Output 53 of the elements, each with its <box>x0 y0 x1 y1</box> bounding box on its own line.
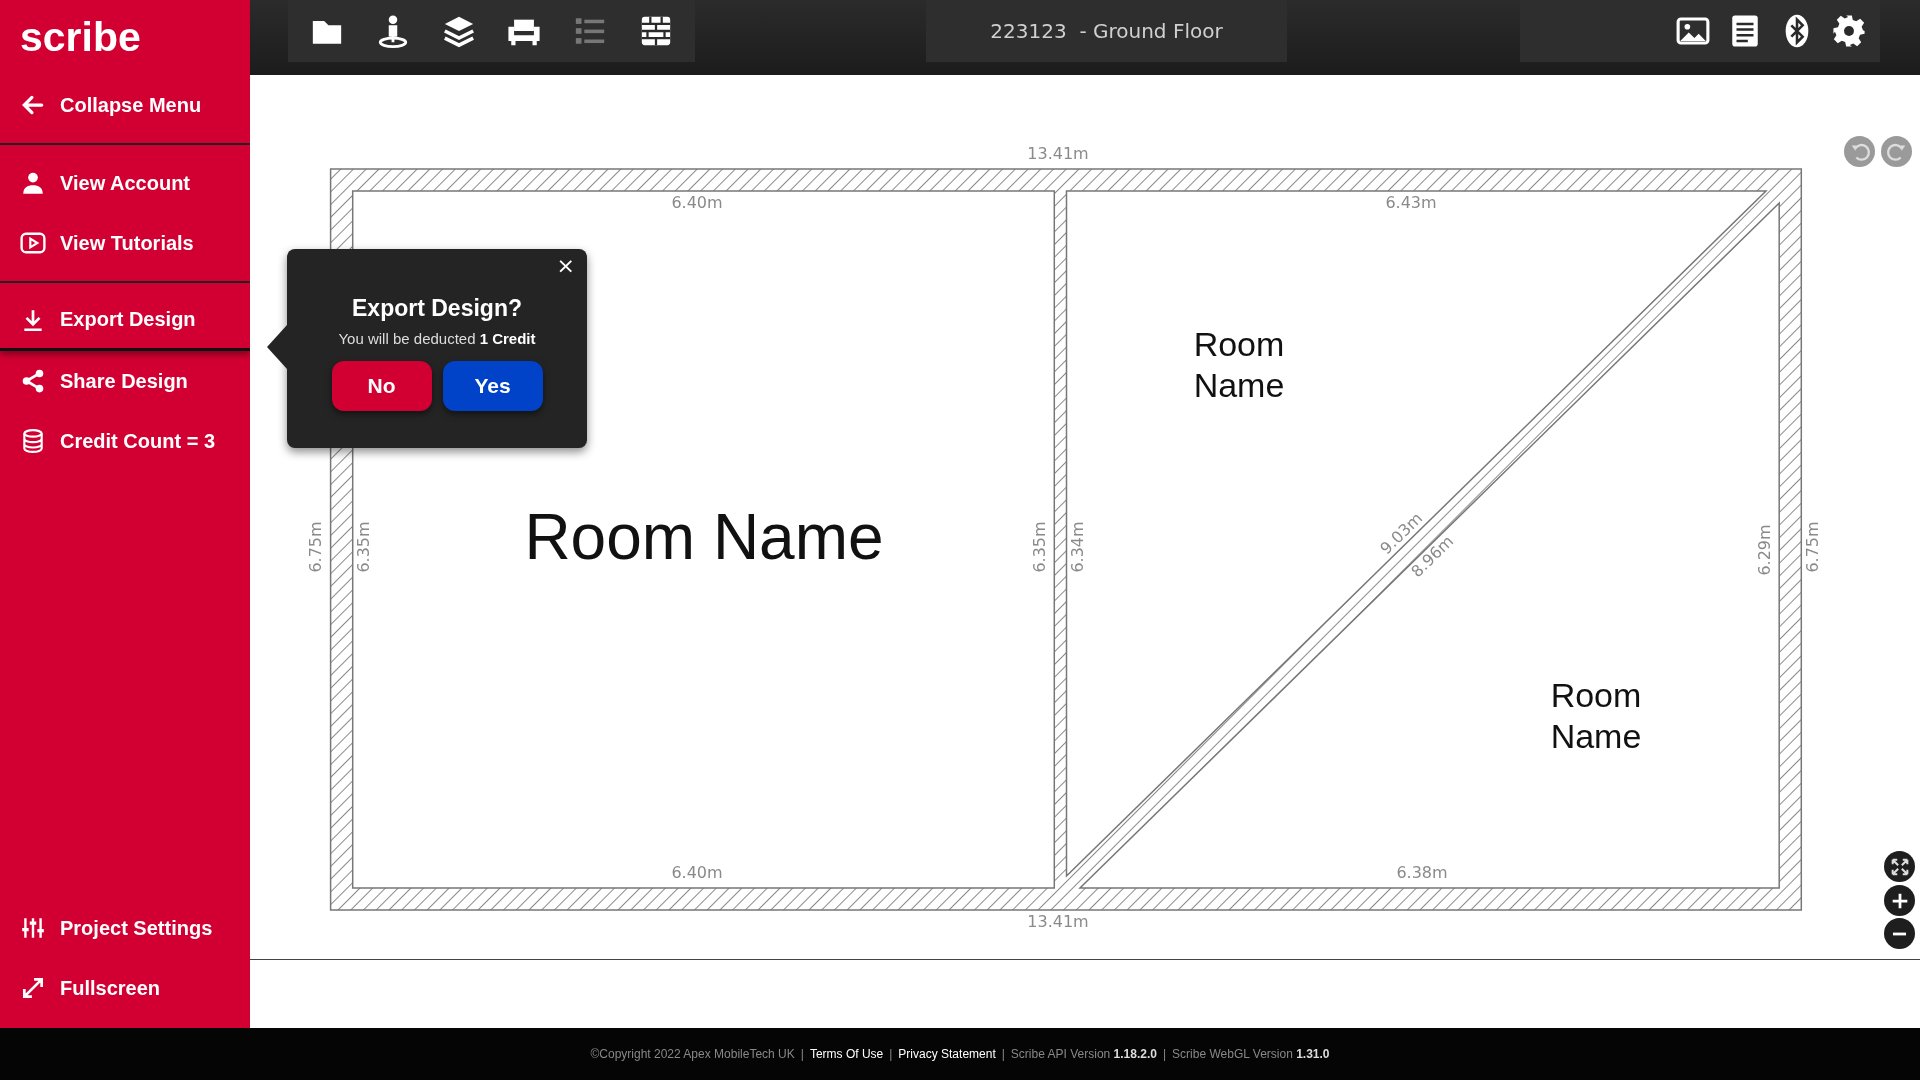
minus-icon <box>1892 930 1907 937</box>
drawing-title: 223123 - Ground Floor <box>926 0 1287 62</box>
close-button[interactable]: × <box>554 255 577 277</box>
sidebar-item[interactable]: Collapse Menu <box>0 75 250 135</box>
image-icon[interactable] <box>1676 14 1710 48</box>
footer-text: Scribe WebGL Version 1.31.0 <box>1172 1047 1330 1061</box>
no-button[interactable]: No <box>331 361 432 411</box>
dimension-label: 6.43m <box>1385 192 1437 212</box>
zoom-out-button[interactable] <box>1884 918 1915 949</box>
dialog-message: You will be deducted 1 Credit <box>338 330 536 347</box>
sidebar-item[interactable]: View Tutorials <box>0 213 250 273</box>
room-name: Room Name <box>1550 676 1642 755</box>
expand-icon <box>20 975 46 1001</box>
share-icon <box>20 368 46 394</box>
fit-view-button[interactable] <box>1884 851 1915 882</box>
play-icon <box>20 230 46 256</box>
dimension-label: 6.40m <box>671 862 723 882</box>
zoom-in-button[interactable] <box>1884 885 1915 916</box>
sidebar-item[interactable]: Credit Count = 3 <box>0 411 250 471</box>
undo-button[interactable] <box>1844 136 1875 167</box>
dimension-label: 6.34m <box>1067 521 1087 573</box>
settings-icon[interactable] <box>1832 14 1866 48</box>
redo-button[interactable] <box>1881 136 1912 167</box>
database-icon <box>20 428 46 454</box>
room-name: Room Name <box>524 500 884 573</box>
dimension-label: 6.35m <box>1029 521 1049 573</box>
yes-button[interactable]: Yes <box>442 361 543 411</box>
dimension-label: 13.41m <box>1027 143 1089 163</box>
dimension-label: 6.75m <box>305 521 325 573</box>
separator: | <box>889 1047 893 1061</box>
footer-text: ©Copyright 2022 Apex MobileTech UK <box>590 1047 795 1061</box>
logo: scribe <box>20 17 141 58</box>
dimension-label: 6.38m <box>1396 862 1448 882</box>
person-icon <box>20 170 46 196</box>
dimension-label: 6.40m <box>671 192 723 212</box>
separator: | <box>1001 1047 1005 1061</box>
dimension-label: 6.35m <box>353 521 373 573</box>
layers-icon[interactable] <box>441 14 476 48</box>
dimension-label: 13.41m <box>1027 911 1089 931</box>
sidebar-item[interactable]: Share Design <box>0 351 250 411</box>
separator: | <box>1162 1047 1167 1061</box>
footer-link[interactable]: Privacy Statement <box>898 1047 996 1061</box>
footer-link[interactable]: Terms Of Use <box>809 1047 884 1061</box>
room-name: Room Name <box>1193 325 1285 404</box>
dimension-label: 6.29m <box>1754 524 1774 576</box>
footer-text: Scribe API Version 1.18.2.0 <box>1010 1047 1157 1061</box>
dialog-title: Export Design? <box>352 295 522 322</box>
sliders-icon <box>20 915 46 941</box>
dimension-label: 6.75m <box>1802 521 1822 573</box>
separator: | <box>800 1047 804 1061</box>
sidebar-item[interactable]: Project Settings <box>0 898 250 958</box>
sidebar-item[interactable]: Fullscreen <box>0 958 250 1018</box>
sidebar-item[interactable]: View Account <box>0 153 250 213</box>
